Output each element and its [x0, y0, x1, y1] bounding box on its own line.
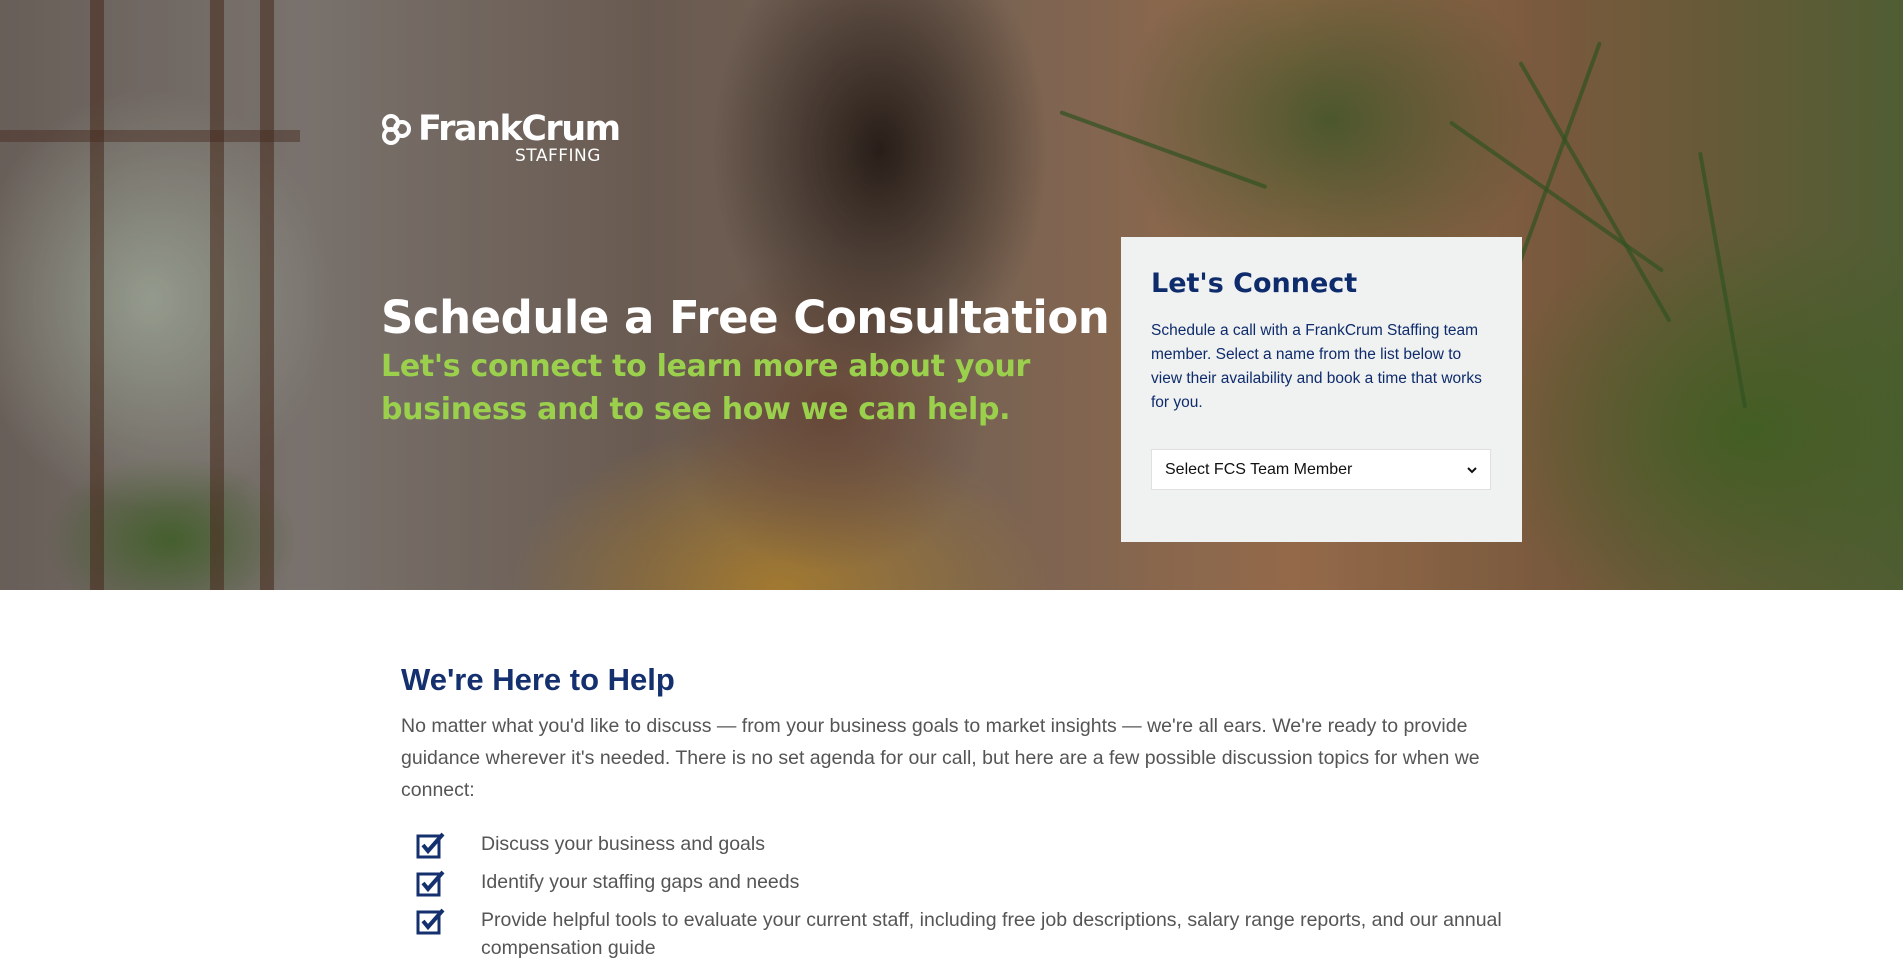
- logo-name: FrankCrum: [418, 109, 621, 149]
- chevron-down-icon: [1467, 466, 1477, 473]
- hero-banner: FrankCrum STAFFING Schedule a Free Consu…: [0, 0, 1903, 590]
- connect-card-title: Let's Connect: [1151, 268, 1358, 299]
- topics-list: Discuss your business and goals Identify…: [401, 830, 1511, 962]
- team-member-select[interactable]: Select FCS Team Member: [1151, 449, 1491, 490]
- logo-mark-icon: [382, 114, 411, 145]
- checkbox-checked-icon: [416, 908, 445, 935]
- help-section: We're Here to Help No matter what you'd …: [401, 660, 1511, 969]
- help-intro: No matter what you'd like to discuss — f…: [401, 715, 1480, 801]
- frankcrum-staffing-logo[interactable]: FrankCrum STAFFING: [380, 108, 621, 168]
- list-item: Discuss your business and goals: [401, 830, 1511, 859]
- team-member-select-value: Select FCS Team Member: [1165, 460, 1353, 478]
- checkbox-checked-icon: [416, 870, 445, 897]
- topic-label: Identify your staffing gaps and needs: [481, 871, 800, 893]
- connect-card-description: Schedule a call with a FrankCrum Staffin…: [1151, 322, 1482, 411]
- logo-subtitle: STAFFING: [515, 146, 601, 166]
- topic-label: Discuss your business and goals: [481, 833, 765, 855]
- checkbox-checked-icon: [416, 832, 445, 859]
- hero-subtitle: Let's connect to learn more about your b…: [381, 349, 1031, 427]
- connect-card: Let's Connect Schedule a call with a Fra…: [1121, 237, 1522, 542]
- hero-title: Schedule a Free Consultation: [381, 291, 1110, 344]
- help-title: We're Here to Help: [401, 662, 675, 697]
- topic-label: Provide helpful tools to evaluate your c…: [481, 909, 1502, 959]
- list-item: Provide helpful tools to evaluate your c…: [401, 906, 1511, 962]
- list-item: Identify your staffing gaps and needs: [401, 868, 1511, 897]
